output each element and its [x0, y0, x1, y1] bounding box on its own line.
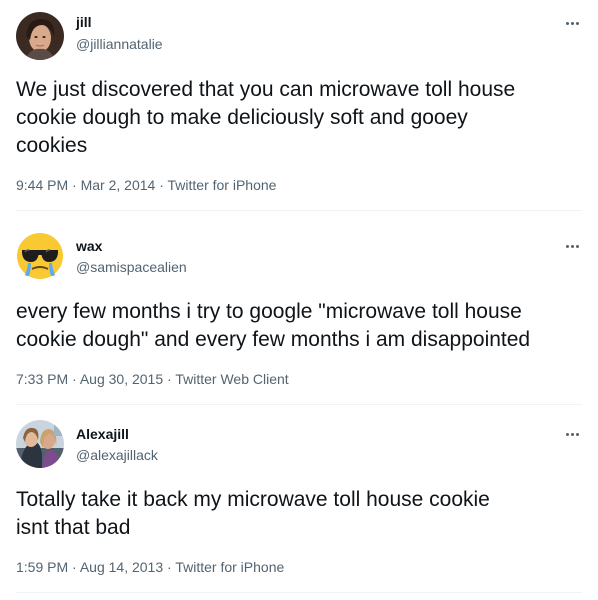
more-options-icon[interactable]	[560, 426, 584, 442]
group-photo-icon	[16, 420, 64, 468]
avatar[interactable]	[16, 420, 64, 468]
tweet-meta: 1:59 PM · Aug 14, 2013 · Twitter for iPh…	[16, 558, 284, 576]
user-handle[interactable]: @alexajillack	[76, 446, 158, 464]
tweet-divider	[16, 592, 582, 593]
meta-separator: ·	[72, 559, 77, 575]
tweet-3: Alexajill @alexajillack Totally take it …	[0, 0, 598, 600]
tweet-text: Totally take it back my microwave toll h…	[16, 488, 490, 539]
tweet-time[interactable]: 1:59 PM	[16, 559, 68, 575]
meta-separator: ·	[167, 559, 172, 575]
tweet-source[interactable]: Twitter for iPhone	[175, 559, 284, 575]
display-name[interactable]: Alexajill	[76, 425, 129, 443]
tweet-date[interactable]: Aug 14, 2013	[80, 559, 163, 575]
